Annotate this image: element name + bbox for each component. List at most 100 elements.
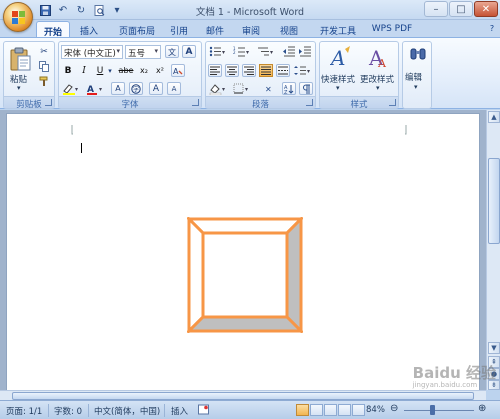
window-controls: – □ ✕ <box>424 1 498 17</box>
bullets-icon[interactable]: ▾ <box>208 45 228 58</box>
scroll-up-icon[interactable]: ▲ <box>488 111 500 123</box>
editing-label[interactable]: 编辑 <box>405 71 422 83</box>
sort-icon[interactable]: AZ <box>282 82 296 95</box>
cut-icon[interactable]: ✂ <box>37 45 51 58</box>
phonetic-guide-icon[interactable]: 文 <box>165 45 179 58</box>
bevel-right-face <box>285 217 303 333</box>
strikethrough-button[interactable]: abe <box>117 64 135 77</box>
tab-references[interactable]: 引用 <box>166 21 192 38</box>
help-icon[interactable]: ? <box>486 21 498 38</box>
shading-icon[interactable]: ▾ <box>208 82 228 95</box>
superscript-button[interactable]: x² <box>153 64 167 77</box>
vertical-scrollbar[interactable]: ▲ ▼ ⇞ ● ⇟ <box>486 110 500 390</box>
change-styles-icon[interactable]: AA <box>368 45 390 71</box>
bevel-shape[interactable] <box>187 217 303 333</box>
copy-icon[interactable] <box>37 60 51 73</box>
underline-dropdown-icon[interactable]: ▾ <box>105 64 115 77</box>
increase-indent-icon[interactable] <box>298 45 312 58</box>
insert-mode[interactable]: 插入 <box>171 405 188 417</box>
tab-developer[interactable]: 开发工具 <box>314 21 362 38</box>
ribbon: 粘贴 ▾ ✂ 剪贴板 宋体 (中文正) ▾ 五号 ▾ 文 A B I U ▾ abe… <box>0 37 500 110</box>
chinese-layout-icon[interactable]: ✕ <box>264 82 278 95</box>
tab-mailings[interactable]: 邮件 <box>202 21 228 38</box>
multilevel-list-icon[interactable]: ▾ <box>256 45 276 58</box>
shrink-font-button[interactable]: A <box>167 82 181 95</box>
zoom-slider[interactable] <box>404 410 474 411</box>
italic-button[interactable]: I <box>77 64 91 77</box>
paste-icon[interactable] <box>9 46 31 72</box>
bevel-left-face <box>187 217 205 333</box>
align-right-icon[interactable] <box>242 64 256 77</box>
svg-text:Z: Z <box>284 90 288 94</box>
styles-group: A 快速样式 ▾ AA 更改样式 ▾ 样式 <box>319 41 399 110</box>
paste-dropdown-icon[interactable]: ▾ <box>17 84 21 92</box>
find-binoculars-icon[interactable] <box>409 45 427 65</box>
tab-view[interactable]: 视图 <box>276 21 302 38</box>
borders-icon[interactable]: ▾ <box>232 82 252 95</box>
show-marks-icon[interactable] <box>299 82 313 95</box>
print-layout-view-icon[interactable] <box>296 404 309 416</box>
tab-review[interactable]: 审阅 <box>238 21 264 38</box>
maximize-icon[interactable]: □ <box>449 1 473 17</box>
zoom-level[interactable]: 84% <box>366 405 385 415</box>
grow-font-button[interactable]: A <box>149 82 163 95</box>
styles-launcher-icon[interactable] <box>389 99 396 106</box>
zoom-in-icon[interactable]: ⊕ <box>478 403 486 414</box>
quick-styles-dropdown-icon[interactable]: ▾ <box>336 84 340 92</box>
web-layout-icon[interactable] <box>324 404 337 416</box>
font-launcher-icon[interactable] <box>192 99 199 106</box>
bold-button[interactable]: B <box>61 64 75 77</box>
svg-text:▾: ▾ <box>270 49 273 56</box>
zoom-slider-knob[interactable] <box>430 405 436 415</box>
full-screen-reading-icon[interactable] <box>310 404 323 416</box>
tab-home[interactable]: 开始 <box>36 21 70 38</box>
status-bar: 页面: 1/1 字数: 0 中文(简体，中国) 插入 84% ⊖ ⊕ <box>0 400 500 419</box>
svg-text:▾: ▾ <box>245 86 248 93</box>
align-left-icon[interactable] <box>208 64 222 77</box>
font-name-select[interactable]: 宋体 (中文正) ▾ <box>61 45 123 59</box>
outline-view-icon[interactable] <box>338 404 351 416</box>
language-indicator[interactable]: 中文(简体，中国) <box>94 405 160 417</box>
text-cursor <box>81 143 82 153</box>
quick-styles-icon[interactable]: A <box>329 45 352 71</box>
zoom-out-icon[interactable]: ⊖ <box>390 403 398 414</box>
subscript-button[interactable]: x₂ <box>137 64 151 77</box>
horizontal-scrollbar[interactable] <box>0 390 486 400</box>
distribute-icon[interactable] <box>276 64 290 77</box>
numbering-icon[interactable]: 1 2 ▾ <box>232 45 252 58</box>
format-painter-icon[interactable] <box>37 75 51 88</box>
change-styles-dropdown-icon[interactable]: ▾ <box>376 84 380 92</box>
align-center-icon[interactable] <box>225 64 239 77</box>
line-spacing-icon[interactable]: ▾ <box>293 64 313 77</box>
word-count[interactable]: 字数: 0 <box>54 405 82 417</box>
draft-view-icon[interactable] <box>352 404 365 416</box>
paragraph-launcher-icon[interactable] <box>306 99 313 106</box>
scroll-down-icon[interactable]: ▼ <box>488 342 500 354</box>
char-shading-icon[interactable]: A <box>111 82 125 95</box>
svg-text:A: A <box>173 67 179 76</box>
highlight-icon[interactable]: ▾ <box>61 82 81 95</box>
decrease-indent-icon[interactable] <box>282 45 296 58</box>
margin-corner-top-left <box>71 125 73 135</box>
char-border-icon[interactable]: A <box>182 45 196 58</box>
document-page[interactable] <box>6 113 480 390</box>
office-button[interactable] <box>3 2 33 32</box>
font-size-select[interactable]: 五号 ▾ <box>125 45 161 59</box>
clear-format-icon[interactable]: A <box>171 64 185 77</box>
macro-record-icon[interactable] <box>198 404 209 418</box>
close-icon[interactable]: ✕ <box>474 1 498 17</box>
tab-wps-pdf[interactable]: WPS PDF <box>370 21 414 38</box>
vertical-scroll-thumb[interactable] <box>488 158 500 244</box>
watermark: Baidu 经验 jingyan.baidu.com <box>412 364 496 389</box>
tab-page-layout[interactable]: 页面布局 <box>112 21 162 38</box>
tab-insert[interactable]: 插入 <box>74 21 104 38</box>
clipboard-launcher-icon[interactable] <box>45 99 52 106</box>
page-count[interactable]: 页面: 1/1 <box>6 405 42 417</box>
minimize-icon[interactable]: – <box>424 1 448 17</box>
font-color-icon[interactable]: A ▾ <box>85 82 105 95</box>
horizontal-scroll-thumb[interactable] <box>12 392 474 400</box>
enclose-char-icon[interactable]: 字 <box>129 82 143 95</box>
justify-icon[interactable] <box>259 64 273 77</box>
svg-text:A: A <box>377 57 387 70</box>
editing-dropdown-icon[interactable]: ▾ <box>414 83 418 91</box>
